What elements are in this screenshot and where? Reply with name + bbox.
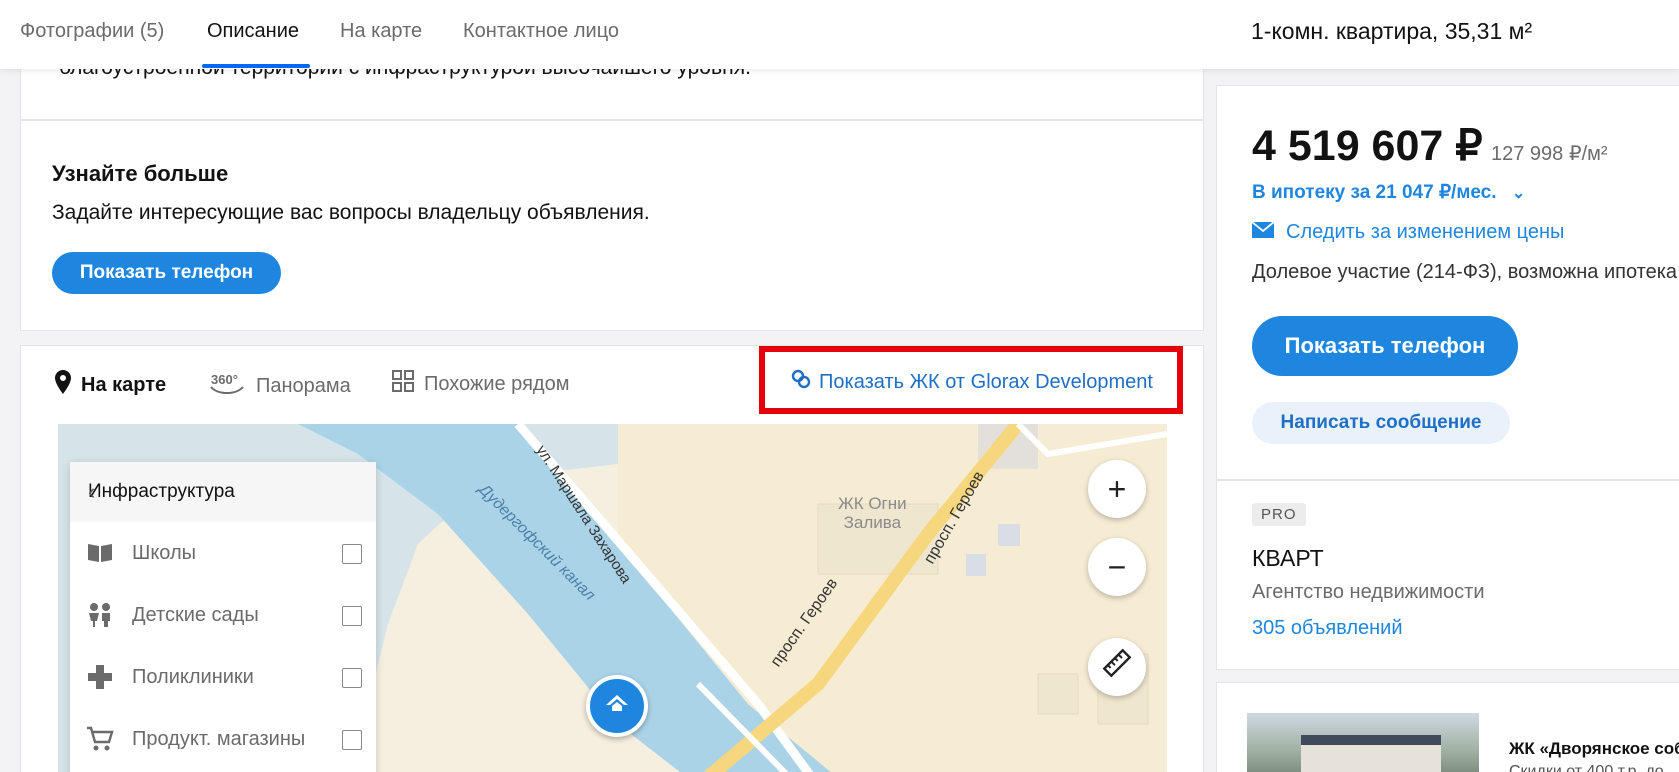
infra-item-schools[interactable]: Школы [70, 522, 376, 584]
property-pin[interactable] [586, 675, 648, 737]
map-view[interactable]: Дудергофский канал ул. Маршала Захарова … [58, 424, 1167, 772]
clinics-checkbox[interactable] [342, 668, 362, 688]
infra-item-label: Школы [132, 542, 197, 564]
kindergartens-checkbox[interactable] [342, 606, 362, 626]
flat-title: 1-комн. квартира, 35,31 м² [1251, 18, 1533, 44]
map-tab-on-map[interactable]: На карте [55, 370, 166, 400]
price-card: 4 519 607 ₽ 127 998 ₽/м² В ипотеку за 21… [1216, 85, 1679, 480]
agency-card: PRO КВАРТ Агентство недвижимости 305 объ… [1216, 480, 1679, 670]
zoom-out-button[interactable]: − [1088, 538, 1146, 596]
write-message-button[interactable]: Написать сообщение [1252, 402, 1510, 444]
follow-price-label: Следить за изменением цены [1286, 221, 1565, 243]
complex-subtitle: Скидки от 400 т.р. до [1509, 763, 1664, 772]
top-navigation: Фотографии (5) Описание На карте Контакт… [0, 0, 1679, 69]
map-card: На карте 360° Панорама Похожие рядом Пок… [20, 345, 1204, 772]
complex-icon [791, 369, 811, 395]
complex-title[interactable]: ЖК «Дворянское собрание» [1509, 739, 1679, 759]
pro-badge: PRO [1252, 503, 1306, 526]
map-tab-label: Похожие рядом [424, 372, 570, 395]
mortgage-link[interactable]: В ипотеку за 21 047 ₽/мес. ⌄ [1252, 181, 1525, 204]
tab-map[interactable]: На карте [340, 20, 422, 43]
infra-item-clinics[interactable]: Поликлиники [70, 646, 376, 708]
follow-price-link[interactable]: Следить за изменением цены [1251, 221, 1565, 244]
learn-more-card: Узнайте больше Задайте интересующие вас … [20, 120, 1204, 331]
tab-contact[interactable]: Контактное лицо [463, 20, 619, 43]
svg-text:360°: 360° [211, 372, 238, 387]
map-tab-label: На карте [81, 373, 167, 396]
home-icon [604, 693, 630, 719]
learn-more-text: Задайте интересующие вас вопросы владель… [52, 201, 650, 224]
school-book-icon [86, 540, 114, 566]
infrastructure-panel: Инфраструктура ‹ Школы Детские сады Поли… [70, 462, 376, 772]
map-tab-panorama[interactable]: 360° Панорама [208, 370, 351, 402]
tab-description[interactable]: Описание [207, 20, 299, 43]
price: 4 519 607 ₽ [1252, 122, 1483, 170]
ruler-icon [1102, 648, 1132, 686]
building-illustration [1301, 735, 1441, 772]
panorama-360-icon: 360° [208, 370, 246, 402]
mortgage-label: В ипотеку за 21 047 ₽/мес. [1252, 182, 1497, 203]
map-tab-label: Панорама [256, 374, 351, 397]
agency-ads-link[interactable]: 305 объявлений [1252, 617, 1403, 640]
complex-image[interactable] [1247, 713, 1479, 772]
minus-icon: − [1107, 548, 1127, 585]
infra-item-label: Детские сады [132, 604, 259, 626]
price-per-m2: 127 998 ₽/м² [1491, 143, 1608, 165]
map-label-complex: ЖК Огни Залива [838, 494, 907, 532]
shopping-cart-icon [86, 726, 114, 752]
zoom-in-button[interactable]: + [1088, 460, 1146, 518]
infra-item-label: Поликлиники [132, 666, 254, 688]
collapse-chevron-icon[interactable]: ‹ [88, 479, 358, 505]
complex-card[interactable]: ЖК «Дворянское собрание» Скидки от 400 т… [1216, 682, 1679, 772]
tab-photos[interactable]: Фотографии (5) [20, 20, 164, 43]
show-complex-link[interactable]: Показать ЖК от Glorax Development [791, 369, 1153, 395]
deal-type: Долевое участие (214-ФЗ), возможна ипоте… [1252, 261, 1678, 283]
show-phone-button[interactable]: Показать телефон [1252, 316, 1518, 376]
chevron-down-icon: ⌄ [1511, 185, 1526, 202]
learn-more-title: Узнайте больше [52, 161, 229, 186]
agency-name[interactable]: КВАРТ [1252, 545, 1324, 572]
infra-item-kindergartens[interactable]: Детские сады [70, 584, 376, 646]
schools-checkbox[interactable] [342, 544, 362, 564]
map-tab-similar[interactable]: Похожие рядом [392, 370, 569, 398]
show-phone-button[interactable]: Показать телефон [52, 252, 281, 294]
groceries-checkbox[interactable] [342, 730, 362, 750]
envelope-icon [1251, 221, 1275, 244]
kids-icon [86, 602, 114, 628]
infrastructure-header[interactable]: Инфраструктура ‹ [70, 462, 376, 522]
highlight-box: Показать ЖК от Glorax Development [759, 346, 1183, 414]
show-complex-label: Показать ЖК от Glorax Development [819, 370, 1153, 393]
medical-cross-icon [86, 664, 114, 690]
grid-icon [392, 370, 414, 398]
plus-icon: + [1107, 470, 1127, 507]
ruler-button[interactable] [1088, 638, 1146, 696]
agency-type: Агентство недвижимости [1252, 581, 1485, 603]
location-pin-icon [55, 370, 71, 400]
infra-item-label: Продукт. магазины [132, 728, 306, 750]
active-tab-indicator [202, 64, 310, 68]
infra-item-groceries[interactable]: Продукт. магазины [70, 708, 376, 770]
